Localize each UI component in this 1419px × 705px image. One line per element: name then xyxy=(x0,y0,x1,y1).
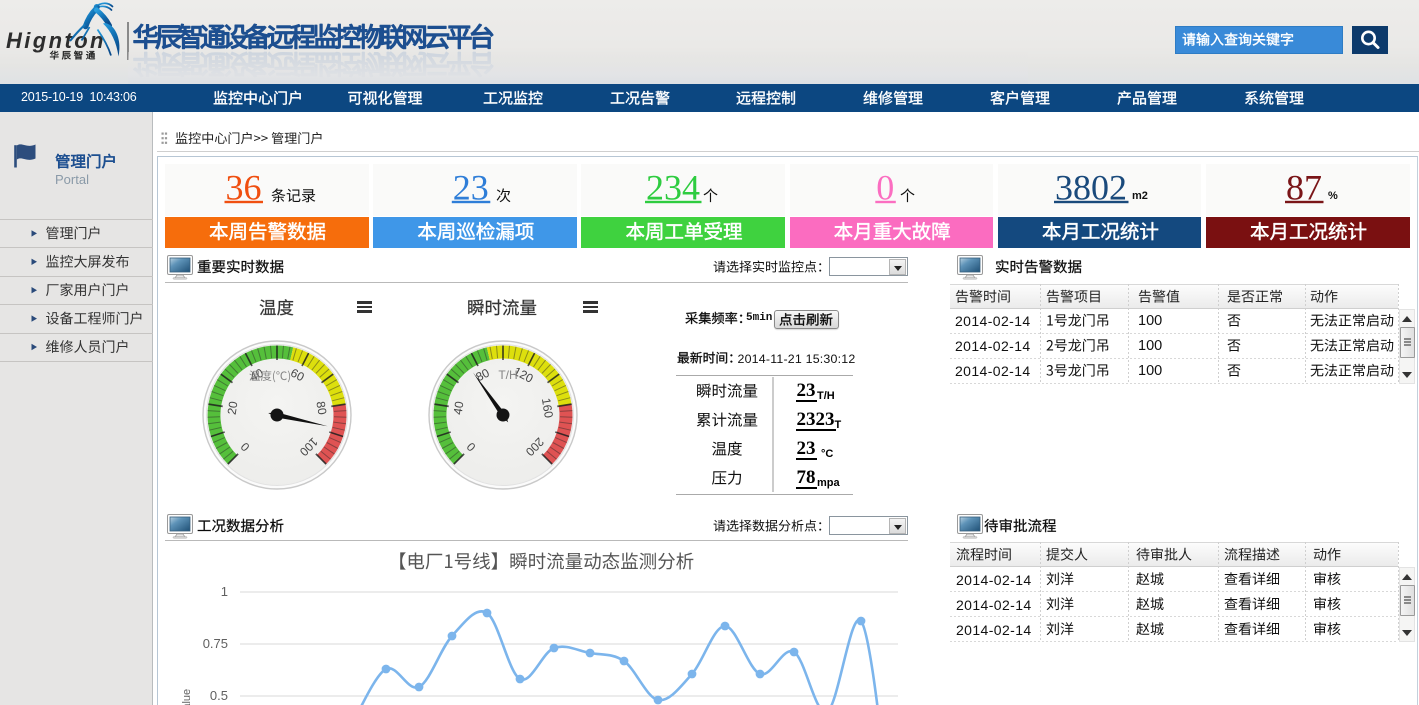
svg-text:T/H: T/H xyxy=(498,368,517,382)
svg-text:40: 40 xyxy=(451,400,467,416)
svg-text:20: 20 xyxy=(225,400,241,416)
svg-text:80: 80 xyxy=(313,400,329,416)
